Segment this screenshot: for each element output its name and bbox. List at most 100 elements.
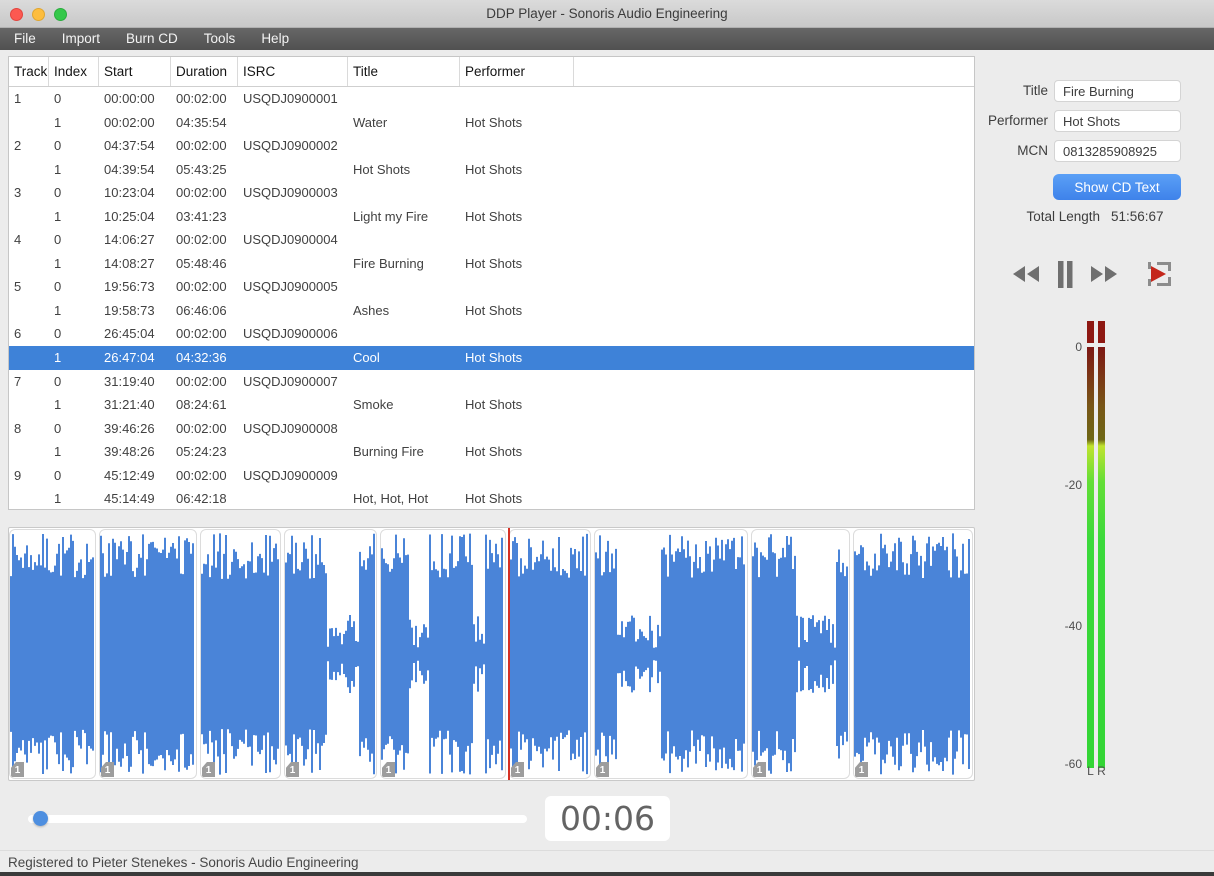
column-header-performer[interactable]: Performer: [460, 57, 574, 86]
cell-filler: [574, 205, 974, 229]
table-row-selected[interactable]: 1 26:47:04 04:32:36 Cool Hot Shots: [9, 346, 974, 370]
cell-isrc: USQDJ0900006: [243, 326, 338, 342]
cell-index: 0: [54, 279, 62, 295]
table-row[interactable]: 5 0 19:56:73 00:02:00 USQDJ0900005: [9, 275, 974, 299]
menu-item-burn-cd[interactable]: Burn CD: [113, 28, 191, 50]
waveform-track-segment[interactable]: 1: [9, 529, 96, 779]
cell-title: Burning Fire: [353, 444, 424, 460]
table-row[interactable]: 1 39:48:26 05:24:23 Burning Fire Hot Shots: [9, 440, 974, 464]
cell-track: 4: [14, 232, 22, 248]
menu-item-tools[interactable]: Tools: [191, 28, 249, 50]
cell-filler: [574, 275, 974, 299]
cell-performer: Hot Shots: [465, 208, 523, 224]
cell-start: 26:47:04: [104, 350, 155, 366]
cell-performer: Hot Shots: [465, 302, 523, 318]
waveform-track-segment[interactable]: 1: [594, 529, 748, 779]
waveform-track-segment[interactable]: 1: [751, 529, 850, 779]
table-row[interactable]: 1 14:08:27 05:48:46 Fire Burning Hot Shots: [9, 252, 974, 276]
cell-track: [9, 346, 49, 370]
cell-index: 0: [54, 138, 62, 154]
cell-isrc: [238, 299, 348, 323]
waveform-track-segment[interactable]: 1: [284, 529, 377, 779]
waveform-track-segment[interactable]: 1: [200, 529, 281, 779]
cell-title: Fire Burning: [353, 255, 424, 271]
table-row[interactable]: 4 0 14:06:27 00:02:00 USQDJ0900004: [9, 228, 974, 252]
cell-performer: [460, 370, 574, 394]
cell-index: 0: [54, 232, 62, 248]
playhead[interactable]: [508, 528, 510, 780]
waveform-panel[interactable]: 111111111: [8, 527, 975, 781]
cell-title: [348, 228, 460, 252]
show-cd-text-button[interactable]: Show CD Text: [1053, 174, 1181, 200]
table-row[interactable]: 3 0 10:23:04 00:02:00 USQDJ0900003: [9, 181, 974, 205]
cell-duration: 05:48:46: [176, 255, 227, 271]
table-row[interactable]: 1 04:39:54 05:43:25 Hot Shots Hot Shots: [9, 158, 974, 182]
close-window-button[interactable]: [10, 7, 23, 21]
cell-filler: [574, 464, 974, 488]
table-row[interactable]: 1 31:21:40 08:24:61 Smoke Hot Shots: [9, 393, 974, 417]
table-row[interactable]: 7 0 31:19:40 00:02:00 USQDJ0900007: [9, 370, 974, 394]
table-header: Track Index Start Duration ISRC Title Performe…: [9, 57, 974, 87]
cell-title: [348, 181, 460, 205]
seek-slider-track[interactable]: [28, 815, 527, 823]
cell-performer: Hot Shots: [465, 255, 523, 271]
cell-isrc: [238, 111, 348, 135]
table-row[interactable]: 9 0 45:12:49 00:02:00 USQDJ0900009: [9, 464, 974, 488]
cell-duration: 04:35:54: [176, 114, 227, 130]
column-header-title[interactable]: Title: [348, 57, 460, 86]
cell-title: [348, 322, 460, 346]
cell-index: 0: [54, 467, 62, 483]
cell-track: 9: [14, 467, 22, 483]
cell-isrc: USQDJ0900005: [243, 279, 338, 295]
cell-index: 1: [54, 114, 62, 130]
cell-track: [9, 393, 49, 417]
cell-title: Smoke: [353, 397, 394, 413]
cell-filler: [574, 228, 974, 252]
table-row[interactable]: 1 19:58:73 06:46:06 Ashes Hot Shots: [9, 299, 974, 323]
cell-index: 1: [54, 397, 62, 413]
cell-index: 1: [54, 208, 62, 224]
table-row[interactable]: 1 45:14:49 06:42:18 Hot, Hot, Hot Hot Shots: [9, 487, 974, 511]
performer-input[interactable]: [1054, 110, 1181, 132]
meter-scale-label: -20: [1064, 478, 1082, 492]
cell-duration: 00:02:00: [176, 467, 227, 483]
zoom-window-button[interactable]: [54, 7, 67, 21]
table-row[interactable]: 8 0 39:46:26 00:02:00 USQDJ0900008: [9, 417, 974, 441]
pause-button[interactable]: [1055, 260, 1075, 288]
cell-start: 14:06:27: [104, 232, 155, 248]
waveform-track-segment[interactable]: 1: [853, 529, 973, 779]
column-header-duration[interactable]: Duration: [171, 57, 238, 86]
cell-isrc: USQDJ0900001: [243, 91, 338, 106]
table-row[interactable]: 1 0 00:00:00 00:02:00 USQDJ0900001: [9, 87, 974, 111]
rewind-button[interactable]: [1011, 264, 1041, 284]
meter-scale-label: -60: [1064, 757, 1082, 771]
column-header-isrc[interactable]: ISRC: [238, 57, 348, 86]
meter-right-clip-segment: [1098, 321, 1105, 343]
column-header-start[interactable]: Start: [99, 57, 171, 86]
cell-isrc: [238, 205, 348, 229]
menu-item-import[interactable]: Import: [49, 28, 113, 50]
menu-item-file[interactable]: File: [1, 28, 49, 50]
play-selection-button[interactable]: [1143, 257, 1179, 291]
table-row[interactable]: 1 00:02:00 04:35:54 Water Hot Shots: [9, 111, 974, 135]
table-body: 1 0 00:00:00 00:02:00 USQDJ0900001 1 00:02:00 0…: [9, 87, 974, 511]
minimize-window-button[interactable]: [32, 7, 45, 21]
menu-item-help[interactable]: Help: [248, 28, 302, 50]
seek-slider-knob[interactable]: [32, 811, 48, 826]
waveform-track-segment[interactable]: 1: [509, 529, 591, 779]
fast-forward-button[interactable]: [1089, 264, 1119, 284]
table-row[interactable]: 6 0 26:45:04 00:02:00 USQDJ0900006: [9, 322, 974, 346]
cell-start: 00:02:00: [104, 114, 155, 130]
cell-duration: 00:02:00: [176, 138, 227, 154]
waveform-track-segment[interactable]: 1: [99, 529, 197, 779]
cell-title: [348, 370, 460, 394]
cell-index: 0: [54, 420, 62, 436]
column-header-track[interactable]: Track: [9, 57, 49, 86]
table-row[interactable]: 1 10:25:04 03:41:23 Light my Fire Hot Shots: [9, 205, 974, 229]
title-input[interactable]: [1054, 80, 1181, 102]
column-header-index[interactable]: Index: [49, 57, 99, 86]
cell-filler: [574, 111, 974, 135]
mcn-input[interactable]: [1054, 140, 1181, 162]
table-row[interactable]: 2 0 04:37:54 00:02:00 USQDJ0900002: [9, 134, 974, 158]
waveform-track-segment[interactable]: 1: [380, 529, 506, 779]
